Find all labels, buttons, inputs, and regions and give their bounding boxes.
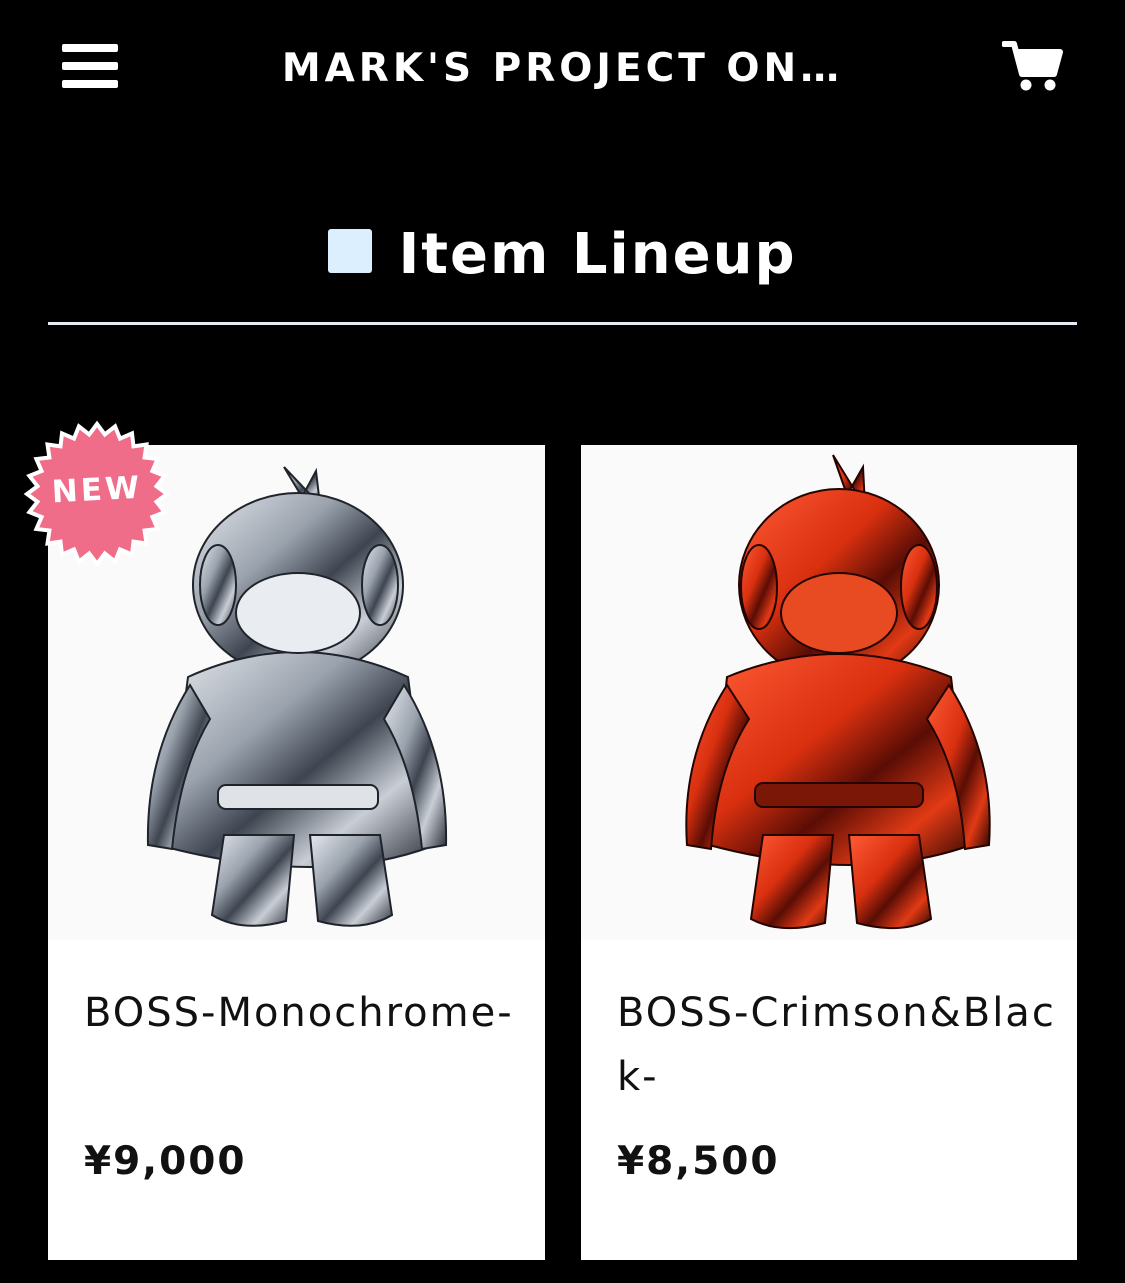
section-divider <box>48 322 1077 325</box>
product-name[interactable]: BOSS-Crimson&Black- <box>617 981 1057 1109</box>
new-badge: NEW <box>22 420 172 568</box>
shopping-cart-icon[interactable] <box>1001 38 1064 94</box>
site-header: MARK'S PROJECT ON… <box>0 0 1125 140</box>
product-card[interactable]: BOSS-Crimson&Black- ¥8,500 <box>581 445 1077 1260</box>
site-title[interactable]: MARK'S PROJECT ON… <box>200 46 925 91</box>
product-name[interactable]: BOSS-Monochrome- <box>84 981 524 1045</box>
section-heading-text: Item Lineup <box>398 222 797 287</box>
heading-marker-icon <box>328 228 373 273</box>
product-price: ¥8,500 <box>617 1139 780 1184</box>
product-price: ¥9,000 <box>84 1139 247 1184</box>
hamburger-menu-icon[interactable] <box>62 44 118 88</box>
section-heading: Item Lineup <box>0 222 1125 287</box>
product-image[interactable] <box>581 445 1077 940</box>
